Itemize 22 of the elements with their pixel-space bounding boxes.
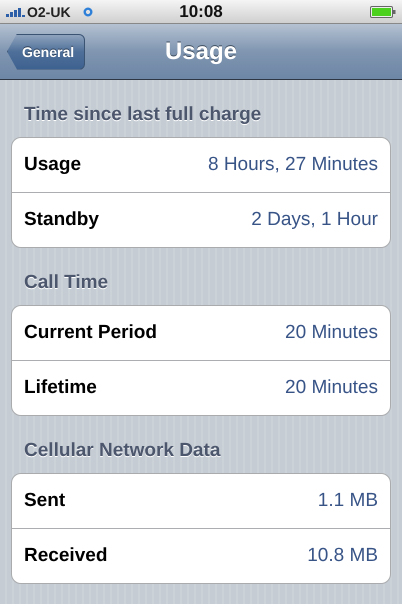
network-icon — [82, 6, 93, 16]
carrier-name: O2-UK — [27, 4, 71, 20]
row-label: Standby — [24, 209, 99, 231]
row-value: 20 Minutes — [285, 322, 378, 344]
row-value: 2 Days, 1 Hour — [251, 209, 378, 231]
row-label: Received — [24, 545, 108, 567]
row-label: Lifetime — [24, 377, 97, 399]
section-header: Time since last full charge — [24, 104, 262, 126]
row-value: 20 Minutes — [285, 377, 378, 399]
row-label: Usage — [24, 154, 82, 176]
section-header: Call Time — [24, 272, 110, 294]
screen-title: Usage — [164, 38, 238, 66]
row-value: 8 Hours, 27 Minutes — [208, 154, 378, 176]
clock-time: 10:08 — [178, 2, 224, 22]
section-header: Cellular Network Data — [24, 440, 222, 462]
row-label: Sent — [24, 490, 66, 512]
row-label: Current Period — [24, 322, 158, 344]
back-button[interactable]: General — [7, 34, 86, 70]
battery-icon — [370, 6, 396, 18]
row-value: 1.1 MB — [318, 490, 378, 512]
signal-icon — [6, 6, 25, 16]
row-value: 10.8 MB — [307, 545, 378, 567]
